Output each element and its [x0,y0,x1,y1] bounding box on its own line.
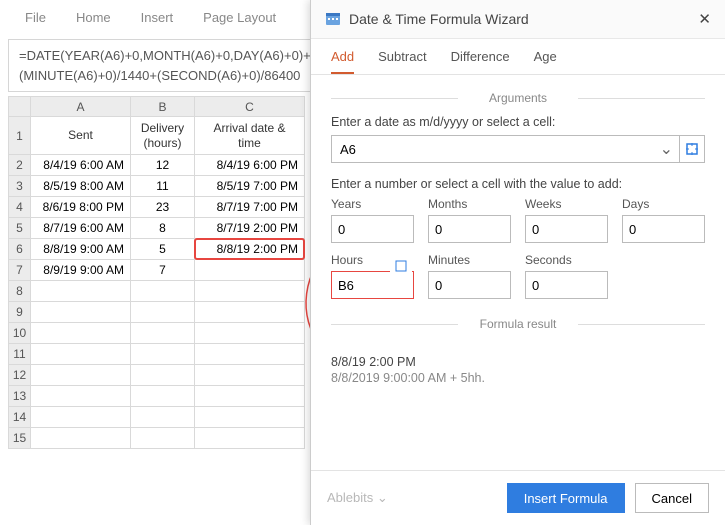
wizard-tabs: Add Subtract Difference Age [311,39,725,75]
input-weeks[interactable] [525,215,608,243]
row-header[interactable]: 2 [9,155,31,176]
tab-add[interactable]: Add [331,49,354,74]
cell[interactable]: 8/5/19 8:00 AM [31,176,131,197]
cell[interactable]: 8/5/19 7:00 PM [195,176,305,197]
date-input[interactable] [331,135,682,163]
col-header-b[interactable]: B [131,97,195,117]
row-header[interactable]: 9 [9,302,31,323]
cell[interactable]: 5 [131,239,195,260]
chevron-down-icon: ⌄ [377,490,388,505]
cell[interactable]: 8/7/19 6:00 AM [31,218,131,239]
row-header[interactable]: 10 [9,323,31,344]
row-header[interactable]: 12 [9,365,31,386]
result-label: Formula result [331,317,705,331]
label-seconds: Seconds [525,253,608,267]
dialog-title: Date & Time Formula Wizard [349,11,698,27]
tab-file[interactable]: File [25,10,46,25]
arguments-label: Arguments [331,91,705,105]
tab-age[interactable]: Age [534,49,557,74]
row-header[interactable]: 15 [9,428,31,449]
input-months[interactable] [428,215,511,243]
row-header[interactable]: 14 [9,407,31,428]
row-header[interactable]: 6 [9,239,31,260]
label-minutes: Minutes [428,253,511,267]
cell[interactable]: 8/8/19 2:00 PM [195,239,305,260]
tab-page-layout[interactable]: Page Layout [203,10,276,25]
cell[interactable] [195,260,305,281]
cell[interactable]: 8/8/19 9:00 AM [31,239,131,260]
cell[interactable]: 8 [131,218,195,239]
select-range-icon [685,142,699,156]
header-arrival[interactable]: Arrival date & time [195,117,305,155]
row-header[interactable]: 7 [9,260,31,281]
select-range-icon [395,260,407,272]
row-header[interactable]: 13 [9,386,31,407]
wizard-icon [325,11,341,27]
tab-difference[interactable]: Difference [451,49,510,74]
tab-subtract[interactable]: Subtract [378,49,426,74]
cell[interactable]: 8/7/19 2:00 PM [195,218,305,239]
dialog-titlebar: Date & Time Formula Wizard ✕ [311,0,725,39]
cell[interactable]: 8/6/19 8:00 PM [31,197,131,218]
cell-picker-button[interactable] [679,135,705,163]
label-months: Months [428,197,511,211]
row-header[interactable]: 3 [9,176,31,197]
cell[interactable]: 7 [131,260,195,281]
cell[interactable]: 8/9/19 9:00 AM [31,260,131,281]
header-sent[interactable]: Sent [31,117,131,155]
value-prompt: Enter a number or select a cell with the… [331,177,705,191]
input-years[interactable] [331,215,414,243]
input-minutes[interactable] [428,271,511,299]
result-main: 8/8/19 2:00 PM [331,355,705,369]
tab-insert[interactable]: Insert [141,10,174,25]
col-header-a[interactable]: A [31,97,131,117]
corner-cell[interactable] [9,97,31,117]
cell[interactable]: 12 [131,155,195,176]
row-header[interactable]: 4 [9,197,31,218]
brand-label[interactable]: Ablebits ⌄ [327,490,497,506]
row-header[interactable]: 1 [9,117,31,155]
row-header[interactable]: 8 [9,281,31,302]
cell[interactable]: 23 [131,197,195,218]
tab-home[interactable]: Home [76,10,111,25]
hours-cell-picker[interactable] [390,255,412,279]
cell[interactable]: 11 [131,176,195,197]
label-years: Years [331,197,414,211]
close-icon[interactable]: ✕ [698,10,711,28]
cell[interactable]: 8/4/19 6:00 PM [195,155,305,176]
col-header-c[interactable]: C [195,97,305,117]
date-prompt: Enter a date as m/d/yyyy or select a cel… [331,115,705,129]
label-weeks: Weeks [525,197,608,211]
cell[interactable]: 8/7/19 7:00 PM [195,197,305,218]
header-delivery[interactable]: Delivery (hours) [131,117,195,155]
cell[interactable]: 8/4/19 6:00 AM [31,155,131,176]
result-sub: 8/8/2019 9:00:00 AM + 5hh. [331,371,705,385]
input-days[interactable] [622,215,705,243]
input-seconds[interactable] [525,271,608,299]
date-time-wizard-dialog: Date & Time Formula Wizard ✕ Add Subtrac… [310,0,725,525]
row-header[interactable]: 5 [9,218,31,239]
label-days: Days [622,197,705,211]
insert-formula-button[interactable]: Insert Formula [507,483,625,513]
cancel-button[interactable]: Cancel [635,483,709,513]
row-header[interactable]: 11 [9,344,31,365]
